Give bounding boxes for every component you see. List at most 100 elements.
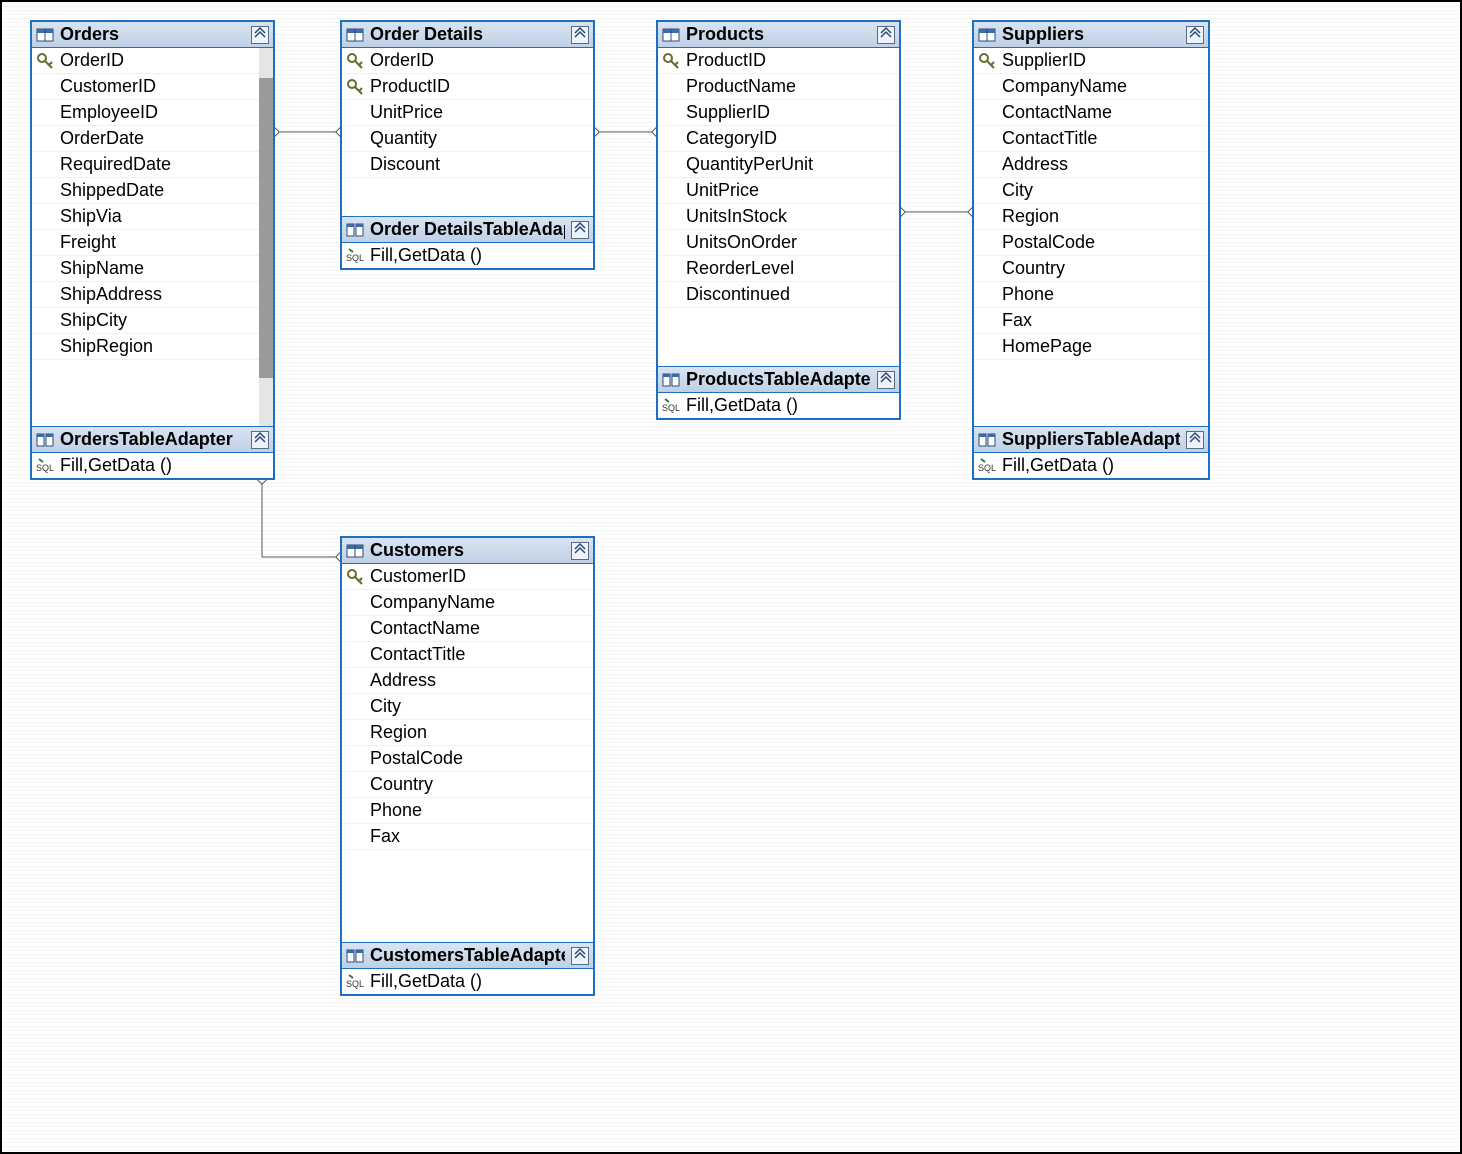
- column-row[interactable]: CategoryID: [658, 126, 899, 152]
- column-row[interactable]: ShippedDate: [32, 178, 273, 204]
- column-row[interactable]: Address: [342, 668, 593, 694]
- column-name: UnitsInStock: [686, 206, 787, 227]
- adapter-method: Fill,GetData (): [60, 455, 172, 476]
- adapter-title: ProductsTableAdapter: [686, 369, 871, 390]
- column-row[interactable]: SupplierID: [974, 48, 1208, 74]
- entity-orders[interactable]: Orders OrderID CustomerID EmployeeID Ord…: [30, 20, 275, 480]
- entity-header[interactable]: Suppliers: [974, 22, 1208, 48]
- dataset-designer-canvas[interactable]: Orders OrderID CustomerID EmployeeID Ord…: [0, 0, 1462, 1154]
- table-icon: [346, 26, 364, 44]
- column-row[interactable]: UnitsOnOrder: [658, 230, 899, 256]
- collapse-up-icon[interactable]: [1186, 431, 1204, 449]
- column-row[interactable]: CompanyName: [974, 74, 1208, 100]
- column-row[interactable]: Region: [342, 720, 593, 746]
- table-icon: [978, 26, 996, 44]
- column-row[interactable]: Freight: [32, 230, 273, 256]
- column-row[interactable]: QuantityPerUnit: [658, 152, 899, 178]
- column-row[interactable]: UnitsInStock: [658, 204, 899, 230]
- collapse-up-icon: [877, 26, 895, 44]
- adapter-header[interactable]: OrdersTableAdapter: [32, 426, 273, 453]
- column-row[interactable]: Country: [974, 256, 1208, 282]
- entity-header[interactable]: Products: [658, 22, 899, 48]
- column-name: Phone: [1002, 284, 1054, 305]
- column-row[interactable]: City: [342, 694, 593, 720]
- column-row[interactable]: PostalCode: [974, 230, 1208, 256]
- collapse-up-icon[interactable]: [571, 542, 589, 560]
- adapter-header[interactable]: Order DetailsTableAdapter: [342, 216, 593, 243]
- column-row[interactable]: Fax: [342, 824, 593, 850]
- column-row[interactable]: EmployeeID: [32, 100, 273, 126]
- column-row[interactable]: Quantity: [342, 126, 593, 152]
- collapse-up-icon[interactable]: [571, 221, 589, 239]
- column-row[interactable]: ContactName: [342, 616, 593, 642]
- column-row[interactable]: CustomerID: [342, 564, 593, 590]
- column-name: UnitsOnOrder: [686, 232, 797, 253]
- adapter-header[interactable]: SuppliersTableAdapter: [974, 426, 1208, 453]
- column-row[interactable]: PostalCode: [342, 746, 593, 772]
- column-row[interactable]: Region: [974, 204, 1208, 230]
- scrollbar-thumb[interactable]: [259, 78, 273, 378]
- column-name: Fax: [1002, 310, 1032, 331]
- entity-suppliers[interactable]: Suppliers SupplierID CompanyName Contact…: [972, 20, 1210, 480]
- column-row[interactable]: CompanyName: [342, 590, 593, 616]
- adapter-header[interactable]: ProductsTableAdapter: [658, 366, 899, 393]
- column-row[interactable]: ShipAddress: [32, 282, 273, 308]
- column-row[interactable]: ProductID: [342, 74, 593, 100]
- entity-customers[interactable]: Customers CustomerID CompanyName Contact…: [340, 536, 595, 996]
- column-row[interactable]: ContactName: [974, 100, 1208, 126]
- column-row[interactable]: ContactTitle: [342, 642, 593, 668]
- column-name: Quantity: [370, 128, 437, 149]
- column-row[interactable]: Address: [974, 152, 1208, 178]
- entity-header[interactable]: Customers: [342, 538, 593, 564]
- entity-order-details[interactable]: Order Details OrderID ProductID UnitPric…: [340, 20, 595, 270]
- adapter-header[interactable]: CustomersTableAdapter: [342, 942, 593, 969]
- column-list: SupplierID CompanyName ContactName Conta…: [974, 48, 1208, 426]
- collapse-up-icon[interactable]: [877, 371, 895, 389]
- column-row[interactable]: ShipName: [32, 256, 273, 282]
- column-name: City: [1002, 180, 1033, 201]
- sql-icon: [978, 457, 996, 475]
- collapse-up-icon[interactable]: [571, 947, 589, 965]
- column-row[interactable]: OrderDate: [32, 126, 273, 152]
- collapse-up-icon: [251, 431, 269, 449]
- column-row[interactable]: City: [974, 178, 1208, 204]
- entity-header[interactable]: Order Details: [342, 22, 593, 48]
- column-row[interactable]: CustomerID: [32, 74, 273, 100]
- column-row[interactable]: SupplierID: [658, 100, 899, 126]
- column-row[interactable]: Discontinued: [658, 282, 899, 308]
- column-name: Discount: [370, 154, 440, 175]
- column-name: OrderID: [60, 50, 124, 71]
- column-name: SupplierID: [1002, 50, 1086, 71]
- column-row[interactable]: UnitPrice: [658, 178, 899, 204]
- column-row[interactable]: RequiredDate: [32, 152, 273, 178]
- column-row[interactable]: OrderID: [342, 48, 593, 74]
- collapse-up-icon[interactable]: [1186, 26, 1204, 44]
- column-name: RequiredDate: [60, 154, 171, 175]
- adapter-body: Fill,GetData (): [342, 243, 593, 268]
- entity-title: Products: [686, 24, 871, 45]
- column-row[interactable]: Fax: [974, 308, 1208, 334]
- collapse-up-icon[interactable]: [877, 26, 895, 44]
- column-row[interactable]: Phone: [342, 798, 593, 824]
- column-row[interactable]: Country: [342, 772, 593, 798]
- column-row[interactable]: ShipCity: [32, 308, 273, 334]
- column-row[interactable]: ContactTitle: [974, 126, 1208, 152]
- collapse-up-icon[interactable]: [571, 26, 589, 44]
- collapse-up-icon[interactable]: [251, 431, 269, 449]
- collapse-up-icon[interactable]: [251, 26, 269, 44]
- column-name: UnitPrice: [370, 102, 443, 123]
- entity-products[interactable]: Products ProductID ProductName SupplierI…: [656, 20, 901, 420]
- column-row[interactable]: ShipRegion: [32, 334, 273, 360]
- column-row[interactable]: Phone: [974, 282, 1208, 308]
- entity-header[interactable]: Orders: [32, 22, 273, 48]
- relation-line[interactable]: [262, 480, 340, 557]
- column-row[interactable]: ReorderLevel: [658, 256, 899, 282]
- column-row[interactable]: Discount: [342, 152, 593, 178]
- column-row[interactable]: ProductID: [658, 48, 899, 74]
- column-name: City: [370, 696, 401, 717]
- column-row[interactable]: ProductName: [658, 74, 899, 100]
- column-row[interactable]: OrderID: [32, 48, 273, 74]
- column-row[interactable]: HomePage: [974, 334, 1208, 360]
- column-row[interactable]: UnitPrice: [342, 100, 593, 126]
- column-row[interactable]: ShipVia: [32, 204, 273, 230]
